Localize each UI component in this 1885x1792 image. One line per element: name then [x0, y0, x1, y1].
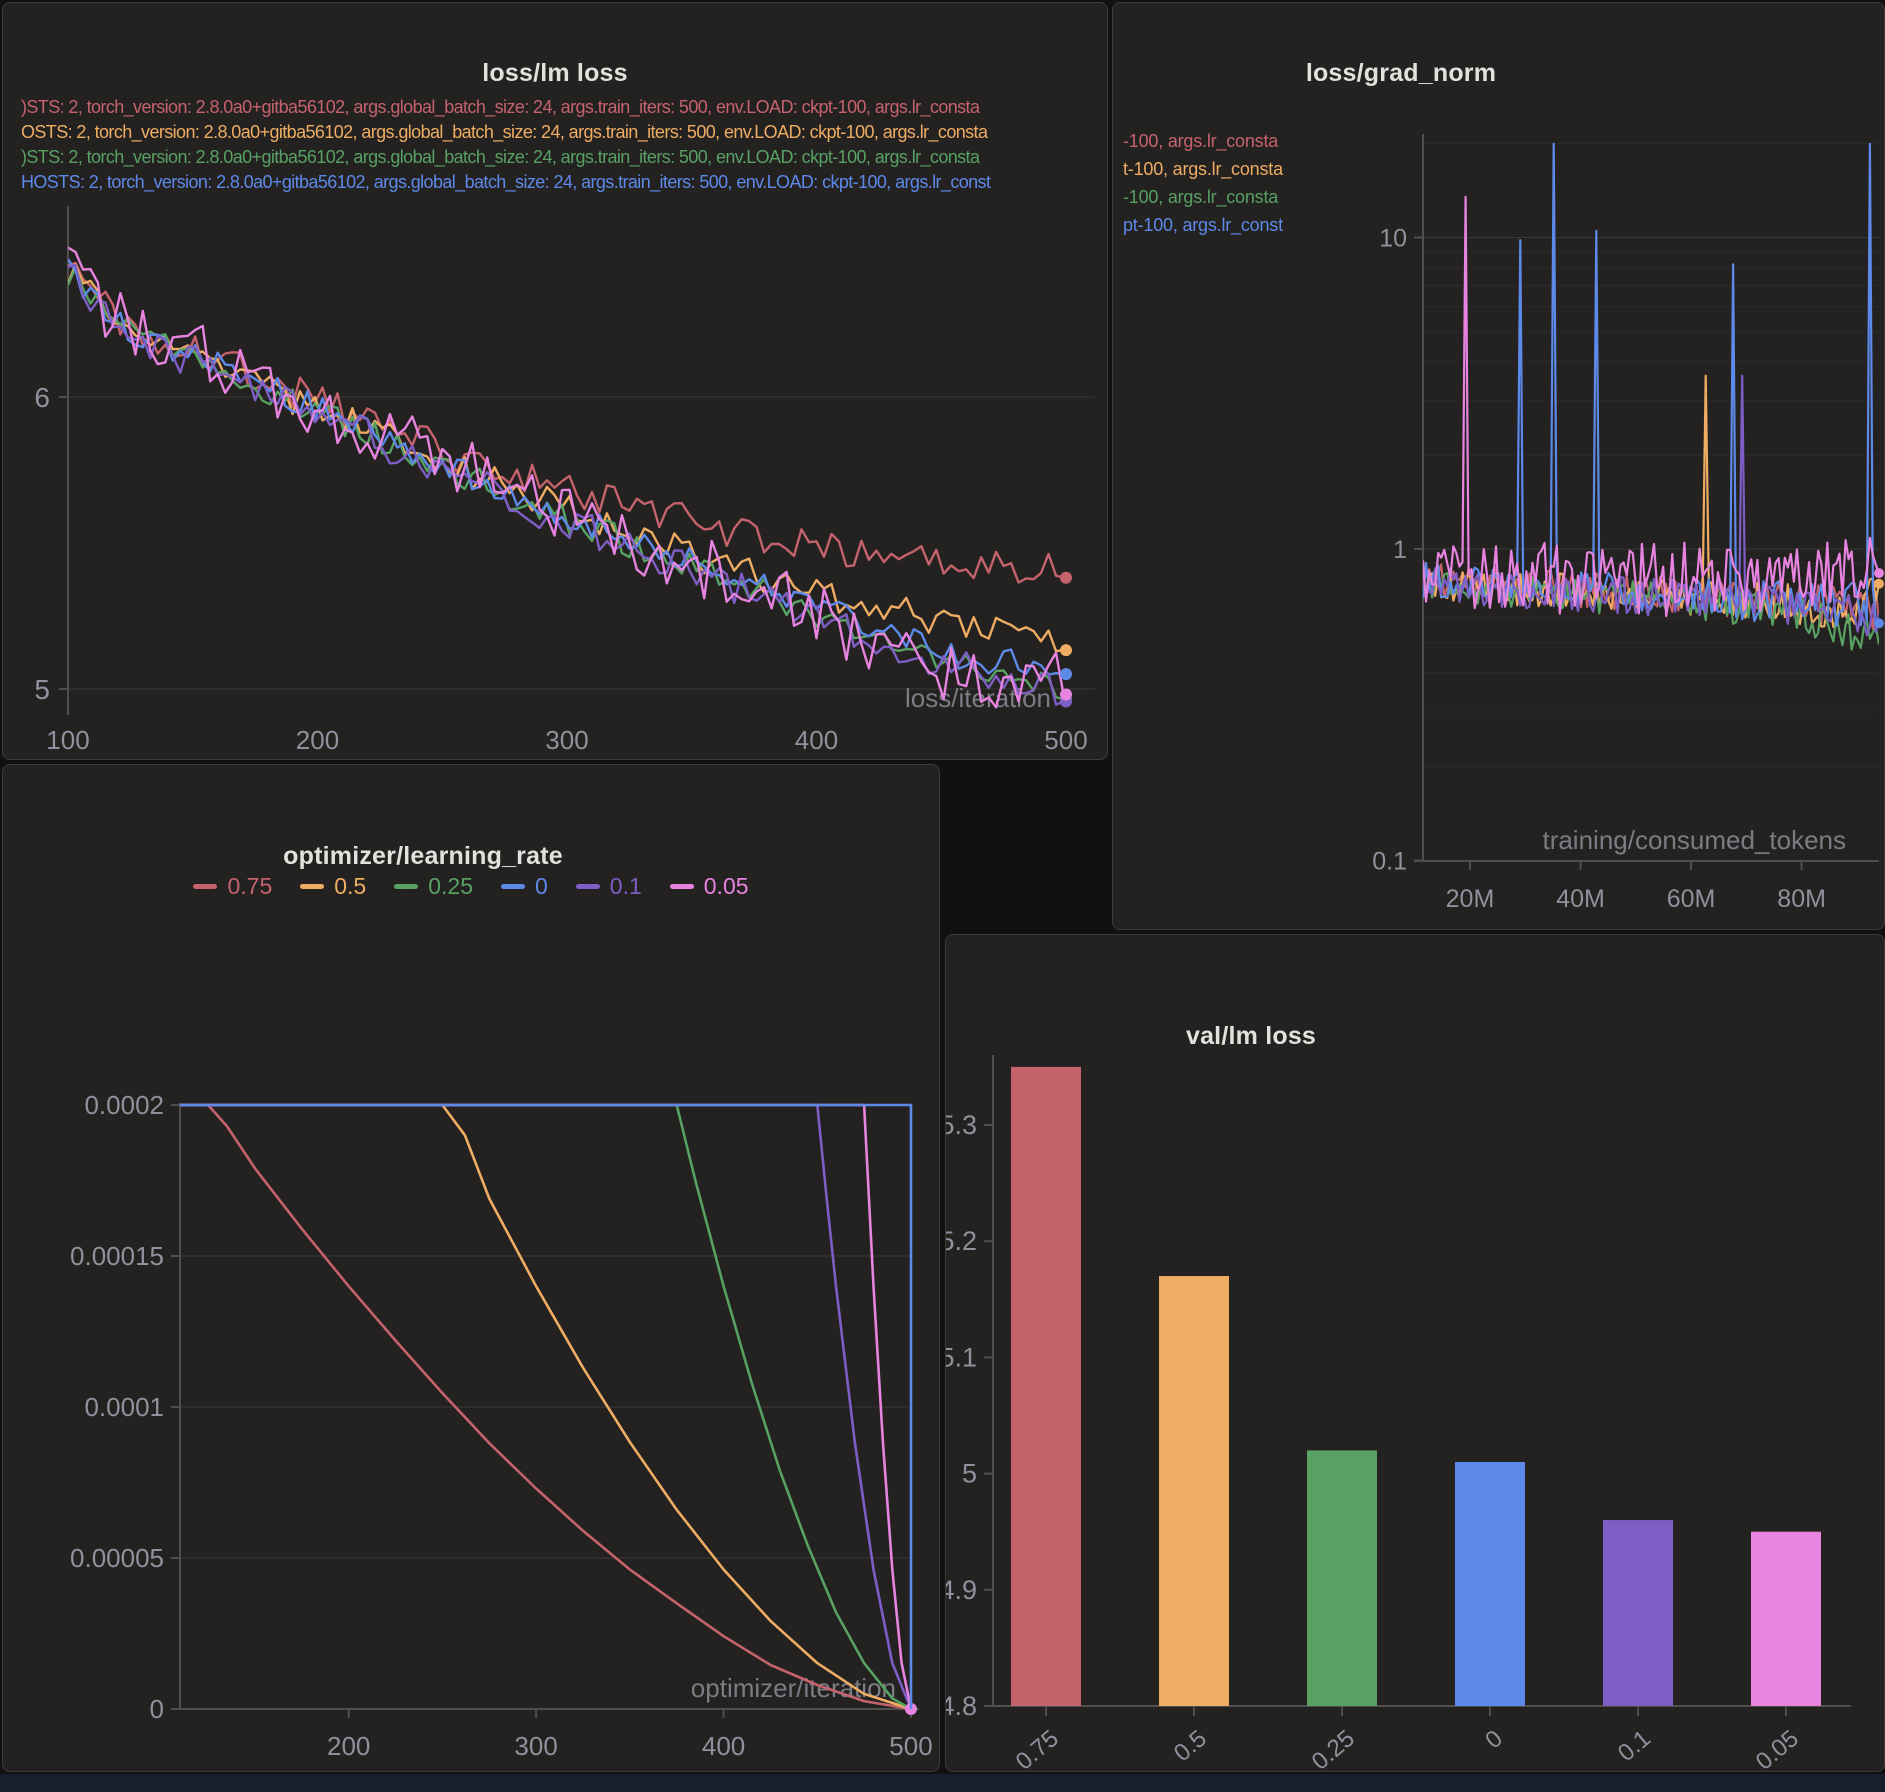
bar-0.75[interactable] — [1011, 1067, 1081, 1706]
tick-label: 0.00005 — [70, 1543, 164, 1573]
tick-label: 0.5 — [1169, 1725, 1212, 1767]
tick-label: 200 — [296, 725, 339, 755]
legend-label: 0.5 — [334, 873, 366, 900]
series-line — [68, 259, 1064, 675]
tick-label: 0.0002 — [84, 1090, 164, 1120]
tick-label: 0.05 — [1751, 1725, 1804, 1771]
tick-label: 500 — [1044, 725, 1087, 755]
series-line — [68, 268, 1064, 700]
panel-learning-rate: 0 0.00005 0.0001 0.00015 0.0002 200 300 400 500 o… — [2, 764, 940, 1772]
bar-0.25[interactable] — [1307, 1450, 1377, 1706]
series-end-dot — [1060, 668, 1072, 680]
legend-item-0[interactable]: 0 — [501, 873, 548, 900]
panel-val-loss: 4.8 4.9 5 5.1 5.2 5.3 0.75 0.5 0.25 0 0.1 0.05 val/… — [945, 934, 1885, 1772]
tick-label: 0.75 — [1011, 1725, 1064, 1771]
series-end-dot — [1874, 568, 1884, 578]
tick-label: 0.00015 — [70, 1241, 164, 1271]
panel-grad-norm: 0.111020M40M60M80Mtraining/consumed_toke… — [1112, 2, 1885, 930]
series-end-dot — [1874, 618, 1884, 628]
tick-label: 4.8 — [946, 1691, 977, 1721]
legend-swatch — [576, 884, 600, 889]
tick-label: 5.1 — [946, 1342, 977, 1372]
series-end-dot — [1874, 579, 1884, 589]
series-end-dot — [1060, 572, 1072, 584]
tick-label: 0 — [1480, 1725, 1508, 1754]
tick-label: 500 — [889, 1731, 932, 1761]
bar-0.05[interactable] — [1751, 1532, 1821, 1706]
legend-item-0.1[interactable]: 0.1 — [576, 873, 642, 900]
tick-label: 0.0001 — [84, 1392, 164, 1422]
lm-loss-title: loss/lm loss — [482, 59, 628, 88]
series-line — [1423, 197, 1879, 616]
learning-rate-chart[interactable]: 0 0.00005 0.0001 0.00015 0.0002 200 300 400 500 o… — [3, 765, 939, 1771]
legend-item-0.05[interactable]: 0.05 — [670, 873, 749, 900]
legend-series-label[interactable]: -100, args.lr_consta — [1123, 127, 1884, 155]
val-loss-chart[interactable]: 4.8 4.9 5 5.1 5.2 5.3 0.75 0.5 0.25 0 0.1 0.05 — [946, 935, 1884, 1771]
legend-swatch — [193, 884, 217, 889]
tick-label: 0 — [150, 1694, 164, 1724]
legend-series-label[interactable]: )STS: 2, torch_version: 2.8.0a0+gitba561… — [21, 145, 1107, 170]
tick-label: 40M — [1556, 885, 1605, 913]
tick-label: 100 — [46, 725, 89, 755]
legend-label: 0.25 — [428, 873, 473, 900]
lm-loss-legend: )STS: 2, torch_version: 2.8.0a0+gitba561… — [21, 95, 1107, 195]
tick-label: 5.3 — [946, 1110, 977, 1140]
bottom-strip — [0, 1774, 1885, 1792]
tick-label: 5 — [34, 674, 50, 705]
tick-label: optimizer/iteration — [691, 1673, 896, 1703]
bar-0.1[interactable] — [1603, 1520, 1673, 1706]
tick-label: 80M — [1777, 885, 1826, 913]
learning-rate-legend: 0.75 0.5 0.25 0 0.1 0.05 — [3, 873, 939, 900]
val-loss-title: val/lm loss — [1186, 1022, 1316, 1051]
tick-label: 400 — [795, 725, 838, 755]
tick-label: 6 — [34, 382, 50, 413]
tick-label: 300 — [545, 725, 588, 755]
legend-swatch — [670, 884, 694, 889]
series-line — [68, 264, 1064, 651]
tick-label: 1 — [1393, 536, 1407, 564]
legend-swatch — [394, 884, 418, 889]
legend-label: 0.1 — [610, 873, 642, 900]
legend-label: 0 — [535, 873, 548, 900]
legend-series-label[interactable]: -100, args.lr_consta — [1123, 183, 1884, 211]
legend-item-0.25[interactable]: 0.25 — [394, 873, 473, 900]
tick-label: 5.2 — [946, 1226, 977, 1256]
grad-norm-legend: -100, args.lr_constat-100, args.lr_const… — [1123, 127, 1884, 239]
bar-0.5[interactable] — [1159, 1276, 1229, 1706]
series-line — [68, 265, 1064, 704]
tick-label: 200 — [327, 1731, 370, 1761]
tick-label: 20M — [1446, 885, 1495, 913]
legend-series-label[interactable]: OSTS: 2, torch_version: 2.8.0a0+gitba561… — [21, 120, 1107, 145]
tick-label: training/consumed_tokens — [1542, 825, 1846, 855]
legend-label: 0.05 — [704, 873, 749, 900]
tick-label: 0.1 — [1372, 848, 1407, 876]
tick-label: 60M — [1667, 885, 1716, 913]
legend-swatch — [501, 884, 525, 889]
training-dashboard: 56100200300400500loss/iteration loss/lm … — [0, 0, 1885, 1792]
series-end-dot — [1060, 644, 1072, 656]
tick-label: 0.25 — [1307, 1725, 1360, 1771]
tick-label: 5 — [962, 1459, 977, 1489]
legend-swatch — [300, 884, 324, 889]
legend-label: 0.75 — [227, 873, 272, 900]
tick-label: 0.1 — [1613, 1725, 1656, 1767]
legend-series-label[interactable]: HOSTS: 2, torch_version: 2.8.0a0+gitba56… — [21, 170, 1107, 195]
legend-item-0.75[interactable]: 0.75 — [193, 873, 272, 900]
learning-rate-title: optimizer/learning_rate — [283, 842, 563, 871]
panel-lm-loss: 56100200300400500loss/iteration loss/lm … — [2, 2, 1108, 760]
bar-0[interactable] — [1455, 1462, 1525, 1706]
tick-label: 400 — [702, 1731, 745, 1761]
legend-series-label[interactable]: pt-100, args.lr_const — [1123, 211, 1884, 239]
legend-item-0.5[interactable]: 0.5 — [300, 873, 366, 900]
legend-series-label[interactable]: t-100, args.lr_consta — [1123, 155, 1884, 183]
tick-label: 300 — [514, 1731, 557, 1761]
series-end-dot — [1060, 689, 1072, 701]
legend-series-label[interactable]: )STS: 2, torch_version: 2.8.0a0+gitba561… — [21, 95, 1107, 120]
tick-label: 4.9 — [946, 1575, 977, 1605]
grad-norm-title: loss/grad_norm — [1306, 59, 1496, 88]
